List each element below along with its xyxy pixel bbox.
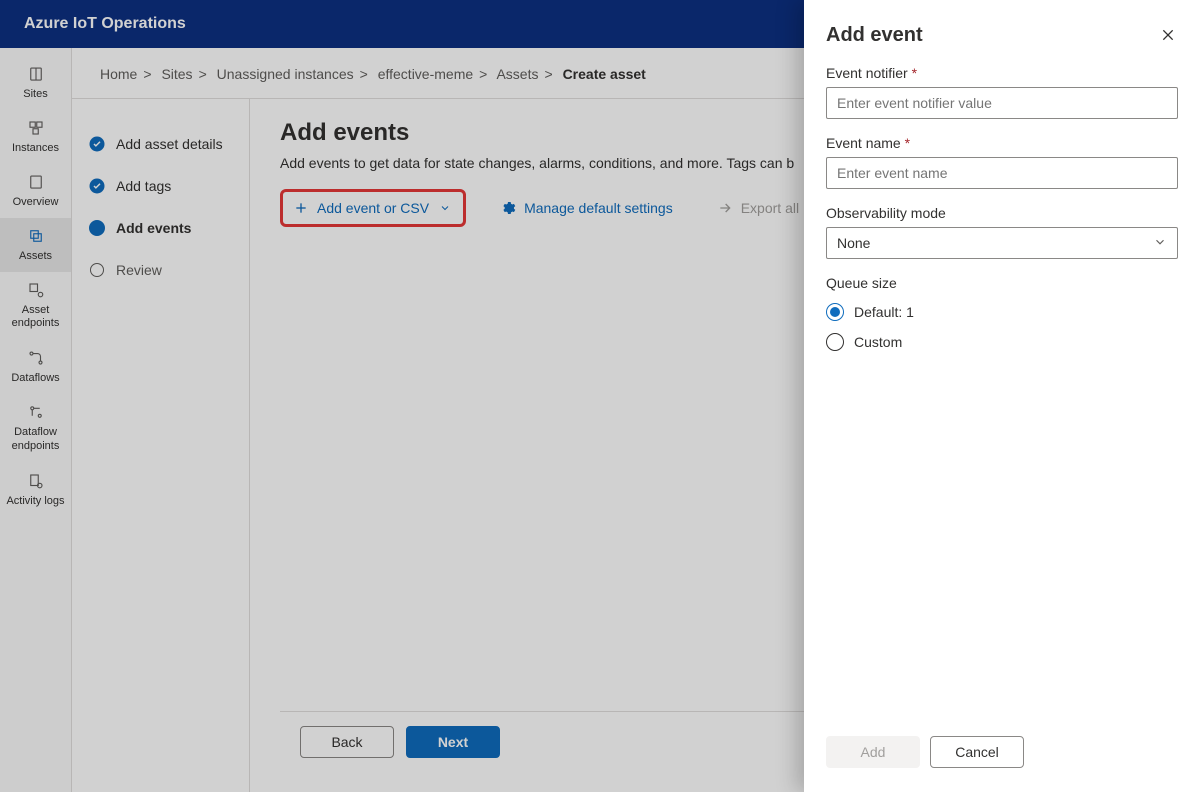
event-notifier-label: Event notifier * <box>826 65 1178 81</box>
panel-title: Add event <box>826 24 923 47</box>
queue-custom-radio[interactable]: Custom <box>826 327 1178 357</box>
event-name-input[interactable] <box>826 157 1178 189</box>
add-event-panel: Add event Event notifier * Event name * … <box>804 0 1200 792</box>
close-icon[interactable] <box>1160 27 1178 45</box>
event-notifier-input[interactable] <box>826 87 1178 119</box>
radio-label: Custom <box>854 334 902 350</box>
event-name-label: Event name * <box>826 135 1178 151</box>
queue-default-radio[interactable]: Default: 1 <box>826 297 1178 327</box>
add-button: Add <box>826 736 920 768</box>
cancel-button[interactable]: Cancel <box>930 736 1024 768</box>
queue-size-label: Queue size <box>826 275 1178 291</box>
radio-icon <box>826 333 844 351</box>
observability-label: Observability mode <box>826 205 1178 221</box>
observability-select[interactable]: None <box>826 227 1178 259</box>
radio-icon <box>826 303 844 321</box>
select-value: None <box>837 235 870 251</box>
radio-label: Default: 1 <box>854 304 914 320</box>
chevron-down-icon <box>1153 235 1167 252</box>
